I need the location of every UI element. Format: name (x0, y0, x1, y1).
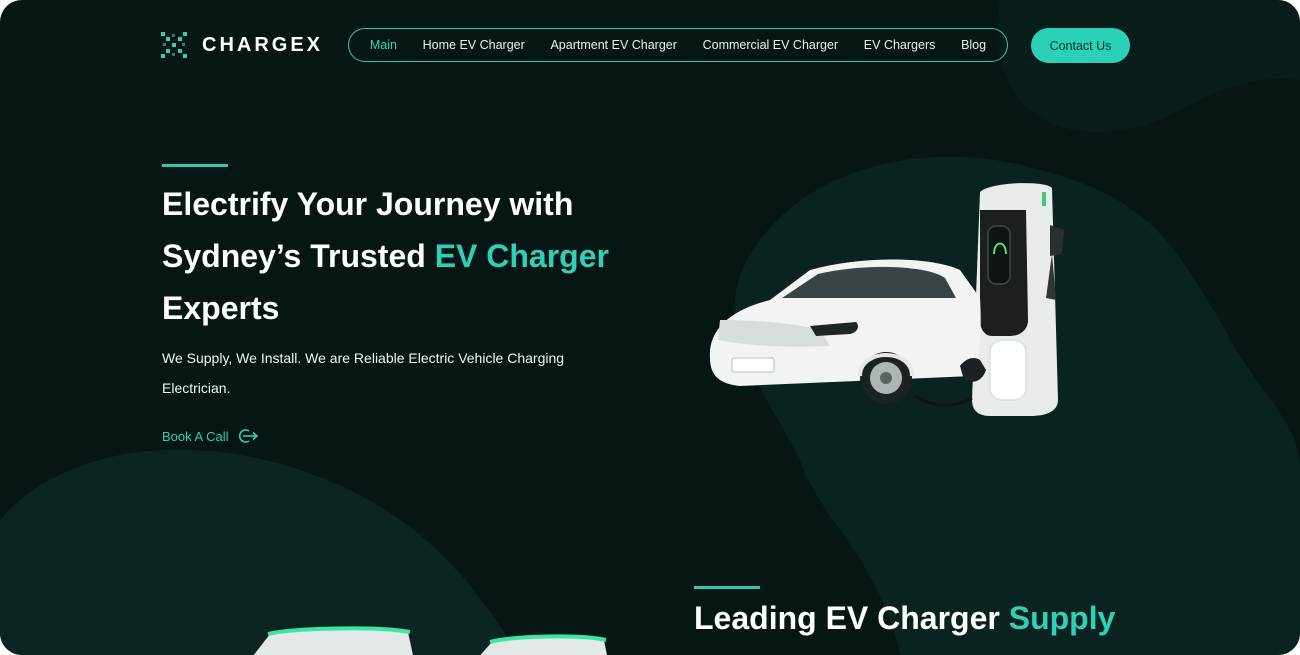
section-title-highlight: Supply (1008, 600, 1116, 636)
section-title: Leading EV Charger Supply (694, 600, 1115, 637)
ev-car-charger-image (709, 183, 1064, 416)
brand-logo[interactable]: CHARGEX (160, 30, 323, 60)
hero-title-line1: Electrify Your Journey with (162, 186, 574, 222)
nav-item-home-ev-charger[interactable]: Home EV Charger (423, 38, 525, 52)
electric-car-illustration (709, 259, 986, 407)
hero-title-line2: Sydney’s Trusted (162, 238, 435, 274)
nav-item-blog[interactable]: Blog (961, 38, 986, 52)
contact-us-button[interactable]: Contact Us (1031, 28, 1130, 63)
nav-item-main[interactable]: Main (370, 38, 397, 52)
hero-accent-line (162, 164, 228, 167)
chargex-logo-icon (161, 32, 187, 58)
section-title-text: Leading EV Charger (694, 600, 1009, 636)
hero-title: Electrify Your Journey with Sydney’s Tru… (162, 178, 682, 334)
brand-name: CHARGEX (202, 33, 324, 56)
section-accent-line (694, 586, 760, 589)
charger-station-illustration (972, 183, 1064, 416)
page: CHARGEX Main Home EV Charger Apartment E… (0, 0, 1300, 655)
book-a-call-link[interactable]: Book A Call (162, 428, 259, 444)
nav-item-ev-chargers[interactable]: EV Chargers (864, 38, 936, 52)
main-nav: Main Home EV Charger Apartment EV Charge… (348, 28, 1008, 62)
charger-tops-illustration (253, 626, 607, 655)
book-a-call-label: Book A Call (162, 428, 229, 444)
hero-subtitle: We Supply, We Install. We are Reliable E… (162, 350, 565, 396)
arrow-circle-icon (238, 429, 258, 443)
nav-item-commercial-ev-charger[interactable]: Commercial EV Charger (703, 38, 838, 52)
nav-item-apartment-ev-charger[interactable]: Apartment EV Charger (550, 38, 676, 52)
hero-title-line3: Experts (162, 290, 280, 326)
hero-title-highlight: EV Charger (434, 238, 609, 274)
